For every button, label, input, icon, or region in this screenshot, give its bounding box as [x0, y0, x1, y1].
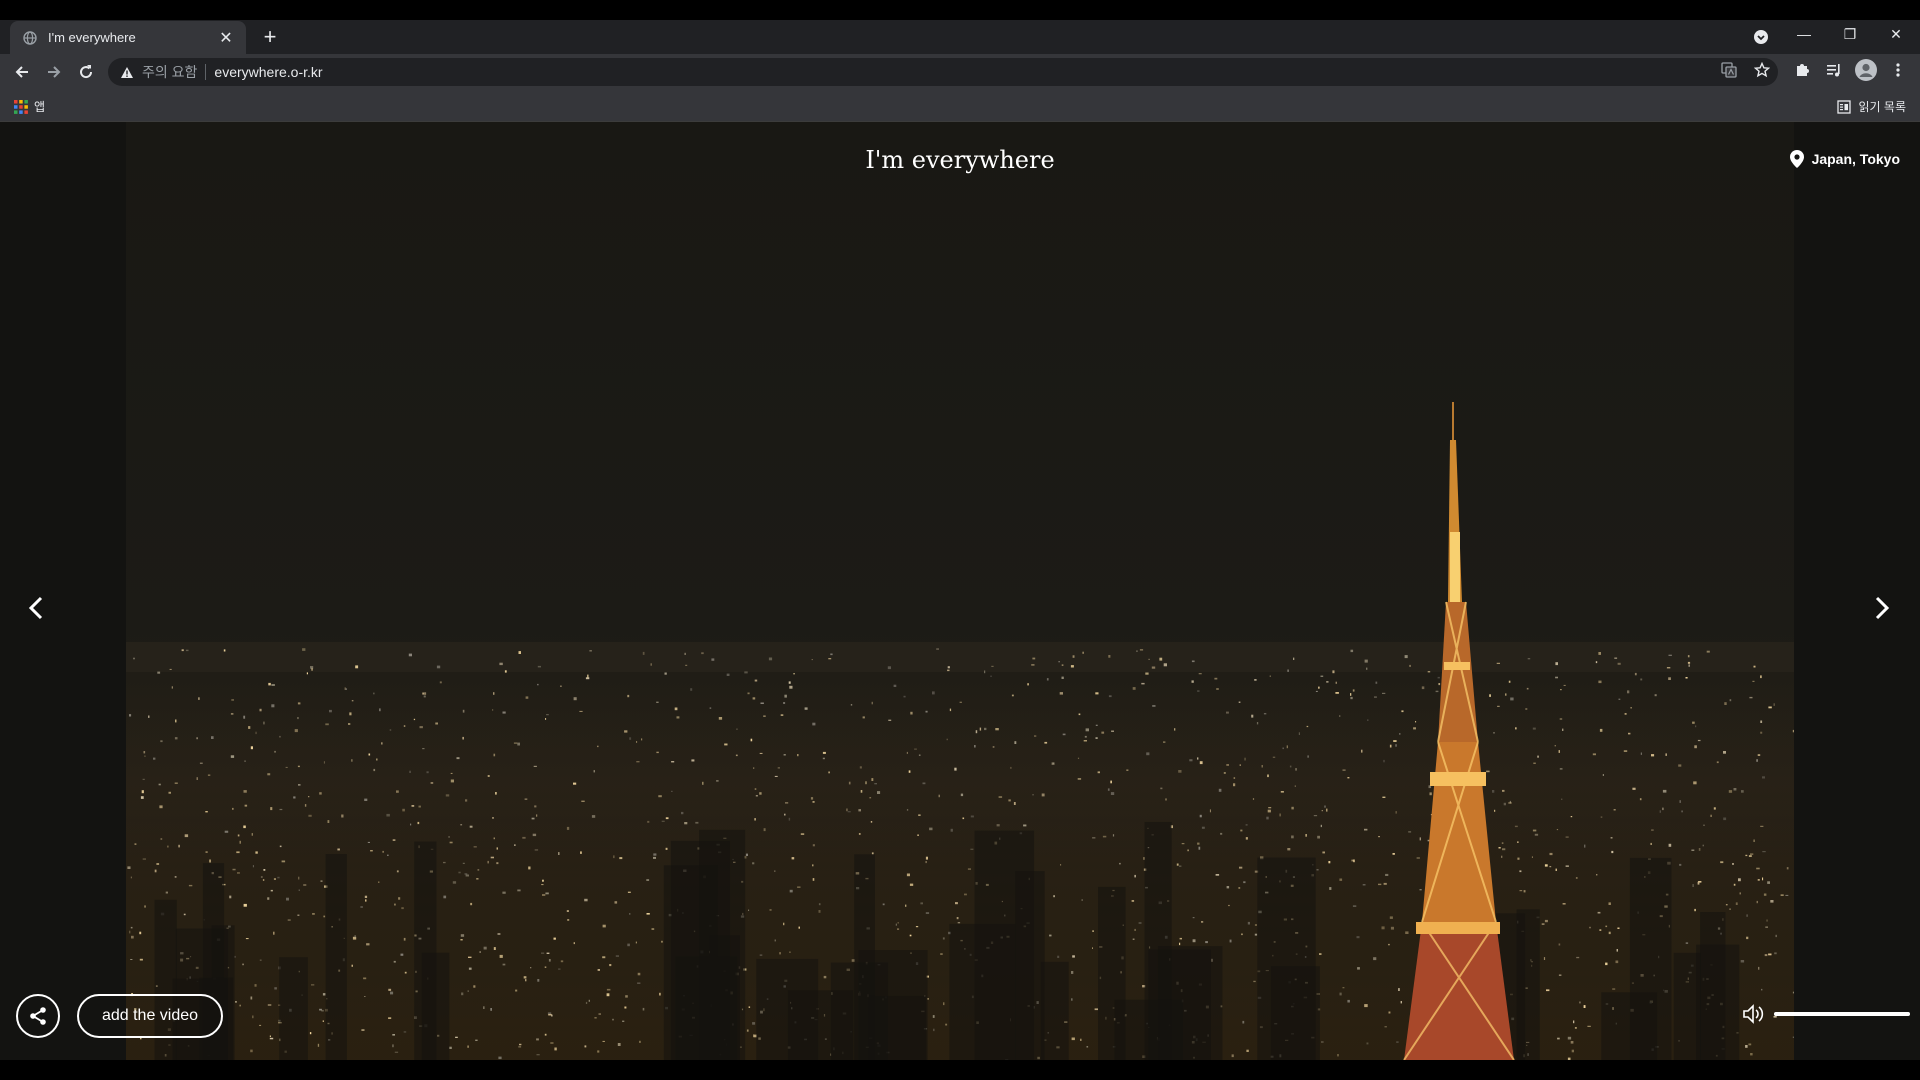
- background-video[interactable]: [126, 122, 1794, 1060]
- star-icon: [1754, 62, 1770, 78]
- security-label[interactable]: 주의 요함: [142, 62, 197, 82]
- chevron-left-icon: [28, 596, 43, 620]
- arrow-right-icon: [48, 66, 61, 78]
- reading-list-button[interactable]: 읽기 목록: [1836, 98, 1907, 115]
- volume-slider[interactable]: [1774, 1012, 1910, 1016]
- reload-icon: [80, 65, 93, 79]
- close-window-button[interactable]: ✕: [1874, 20, 1918, 48]
- globe-icon: [22, 30, 38, 46]
- new-tab-button[interactable]: +: [258, 25, 282, 49]
- volume-icon[interactable]: [1742, 1004, 1764, 1024]
- browser-toolbar: 주의 요함 everywhere.o-r.kr: [0, 54, 1920, 90]
- add-video-button[interactable]: add the video: [77, 994, 223, 1038]
- tab-strip: I'm everywhere ✕ + — ❐ ✕: [0, 20, 1920, 54]
- chevron-down-icon: [1754, 30, 1768, 44]
- restore-button[interactable]: ❐: [1828, 20, 1872, 48]
- previous-video-button[interactable]: [18, 590, 54, 626]
- avatar-icon: [1855, 59, 1877, 81]
- location-label: Japan, Tokyo: [1789, 150, 1900, 168]
- chevron-right-icon: [1875, 596, 1890, 620]
- bookmark-star-button[interactable]: [1750, 58, 1774, 82]
- reload-button[interactable]: [74, 60, 98, 84]
- media-control-button[interactable]: [1822, 58, 1846, 82]
- extensions-button[interactable]: [1790, 58, 1814, 82]
- translate-icon: [1721, 62, 1737, 78]
- apps-shortcut[interactable]: 앱: [14, 98, 45, 115]
- divider: [205, 64, 207, 80]
- queue-music-icon: [1827, 64, 1840, 77]
- more-vert-icon: [1896, 63, 1900, 77]
- warning-icon[interactable]: [120, 66, 134, 79]
- forward-button[interactable]: [42, 60, 66, 84]
- bookmarks-bar: 앱 읽기 목록: [0, 90, 1920, 122]
- menu-button[interactable]: [1886, 58, 1910, 82]
- apps-label: 앱: [34, 100, 46, 114]
- minimize-button[interactable]: —: [1782, 20, 1826, 48]
- screen: I'm everywhere ✕ + — ❐ ✕ 주의 요함 everywher…: [0, 0, 1920, 1080]
- back-button[interactable]: [10, 60, 34, 84]
- tab-close-icon[interactable]: ✕: [216, 28, 236, 48]
- browser-tab[interactable]: I'm everywhere ✕: [10, 21, 246, 54]
- page-title: I'm everywhere: [865, 146, 1055, 174]
- reading-list-icon: [1836, 99, 1851, 114]
- reading-list-label: 읽기 목록: [1858, 100, 1907, 114]
- address-bar[interactable]: 주의 요함 everywhere.o-r.kr: [108, 58, 1778, 86]
- tab-title: I'm everywhere: [48, 30, 136, 45]
- location-text: Japan, Tokyo: [1811, 151, 1900, 167]
- translate-button[interactable]: [1717, 58, 1741, 82]
- next-video-button[interactable]: [1864, 590, 1900, 626]
- profile-avatar[interactable]: [1854, 58, 1878, 82]
- arrow-left-icon: [15, 66, 28, 78]
- tokyo-night-scene: [126, 122, 1794, 1060]
- volume-control[interactable]: [1742, 1004, 1910, 1024]
- apps-grid-icon: [14, 99, 28, 114]
- volume-slider-fill: [1774, 1012, 1910, 1016]
- share-button[interactable]: [16, 994, 60, 1038]
- map-pin-icon: [1789, 150, 1804, 168]
- puzzle-icon: [1797, 64, 1809, 76]
- tab-search-button[interactable]: [1750, 26, 1772, 48]
- url-text[interactable]: everywhere.o-r.kr: [214, 64, 322, 80]
- share-icon: [30, 1007, 46, 1025]
- page-viewport: I'm everywhere Japan, Tokyo add the vide…: [0, 122, 1920, 1060]
